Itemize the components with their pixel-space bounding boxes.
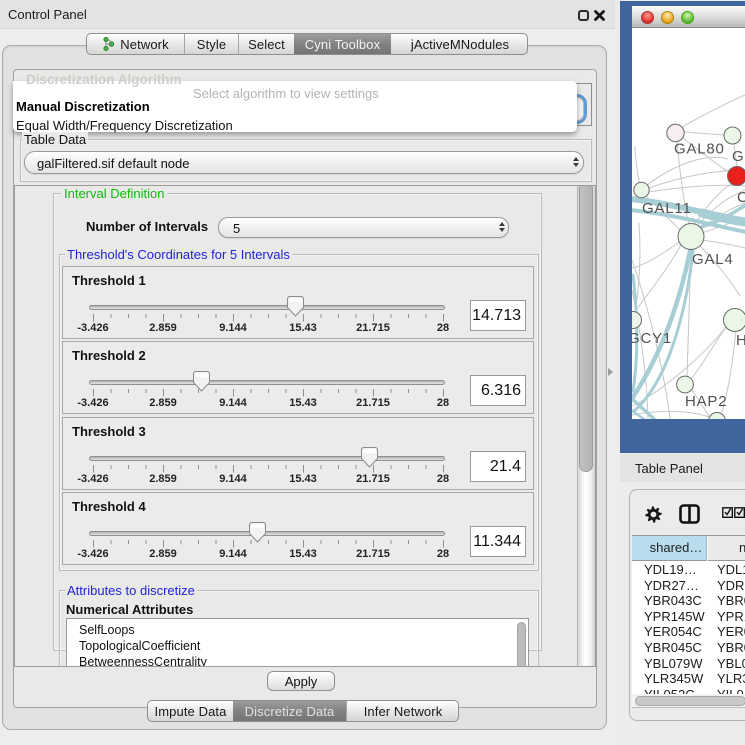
- svg-text:G.: G.: [732, 148, 745, 165]
- svg-text:GAL4: GAL4: [692, 251, 734, 268]
- svg-text:H: H: [736, 332, 745, 349]
- svg-text:GCY1: GCY1: [632, 330, 672, 347]
- svg-text:GAL80: GAL80: [674, 141, 725, 158]
- svg-text:HAP2: HAP2: [685, 393, 727, 410]
- svg-text:GAL11: GAL11: [642, 200, 692, 217]
- svg-text:C: C: [737, 189, 745, 206]
